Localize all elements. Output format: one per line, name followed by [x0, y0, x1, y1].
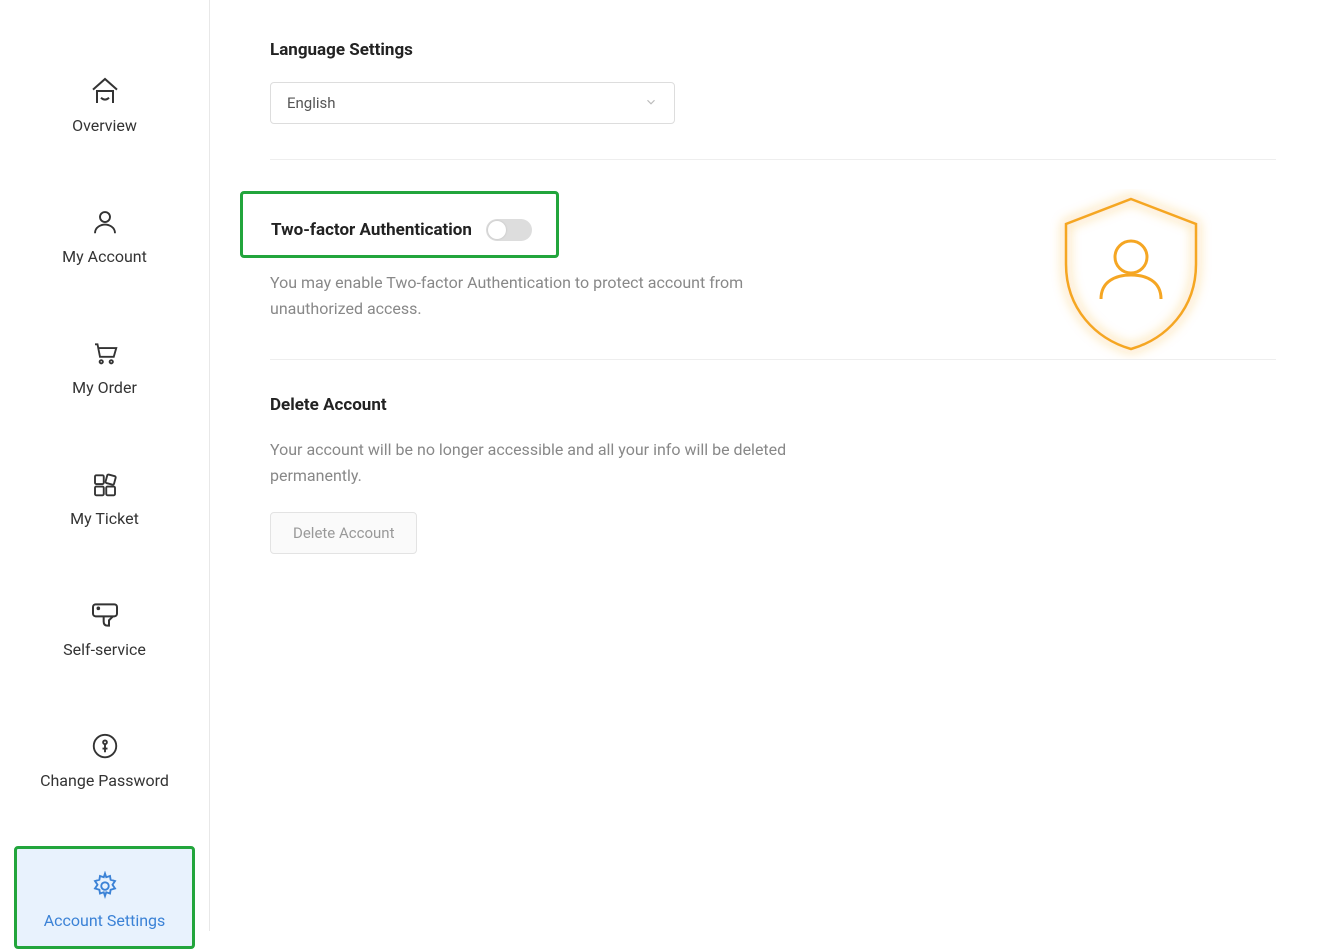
sidebar-item-label: My Order: [72, 378, 137, 397]
sidebar-item-my-account[interactable]: My Account: [0, 191, 209, 280]
twofa-section: Two-factor Authentication You may enable…: [270, 195, 1276, 360]
shield-user-icon: [1046, 189, 1216, 359]
sidebar-item-change-password[interactable]: Change Password: [0, 715, 209, 804]
chevron-down-icon: [644, 94, 658, 113]
twofa-content: Two-factor Authentication You may enable…: [270, 195, 1046, 323]
delete-account-button[interactable]: Delete Account: [270, 512, 417, 554]
twofa-toggle[interactable]: [486, 219, 532, 241]
main-content: Language Settings English Two-factor Aut…: [210, 0, 1326, 931]
language-settings-title: Language Settings: [270, 40, 1276, 60]
twofa-title: Two-factor Authentication: [271, 220, 472, 240]
sidebar-item-label: Change Password: [40, 771, 169, 790]
twofa-header-highlight: Two-factor Authentication: [240, 191, 559, 258]
language-selected-value: English: [287, 94, 336, 112]
cart-icon: [88, 336, 122, 370]
twofa-description: You may enable Two-factor Authentication…: [270, 270, 830, 323]
language-select[interactable]: English: [270, 82, 675, 124]
delete-account-description: Your account will be no longer accessibl…: [270, 437, 830, 490]
sidebar-item-my-order[interactable]: My Order: [0, 322, 209, 411]
sidebar-item-label: Account Settings: [44, 911, 166, 930]
sidebar-item-self-service[interactable]: Self-service: [0, 584, 209, 673]
sidebar: Overview My Account My Order My Ticket S…: [0, 0, 210, 931]
delete-account-section: Delete Account Your account will be no l…: [270, 395, 1276, 589]
ticket-icon: [88, 467, 122, 501]
delete-account-title: Delete Account: [270, 395, 1276, 415]
key-icon: [88, 729, 122, 763]
sidebar-item-label: My Account: [62, 247, 147, 266]
sidebar-item-label: My Ticket: [70, 509, 139, 528]
user-icon: [88, 205, 122, 239]
gear-icon: [88, 869, 122, 903]
home-icon: [88, 74, 122, 108]
toggle-knob: [488, 221, 506, 239]
sidebar-item-label: Overview: [72, 116, 137, 135]
sidebar-item-account-settings[interactable]: Account Settings: [14, 846, 195, 949]
sidebar-item-label: Self-service: [63, 640, 146, 659]
sidebar-item-my-ticket[interactable]: My Ticket: [0, 453, 209, 542]
language-settings-section: Language Settings English: [270, 40, 1276, 160]
sidebar-item-overview[interactable]: Overview: [0, 60, 209, 149]
self-service-icon: [88, 598, 122, 632]
